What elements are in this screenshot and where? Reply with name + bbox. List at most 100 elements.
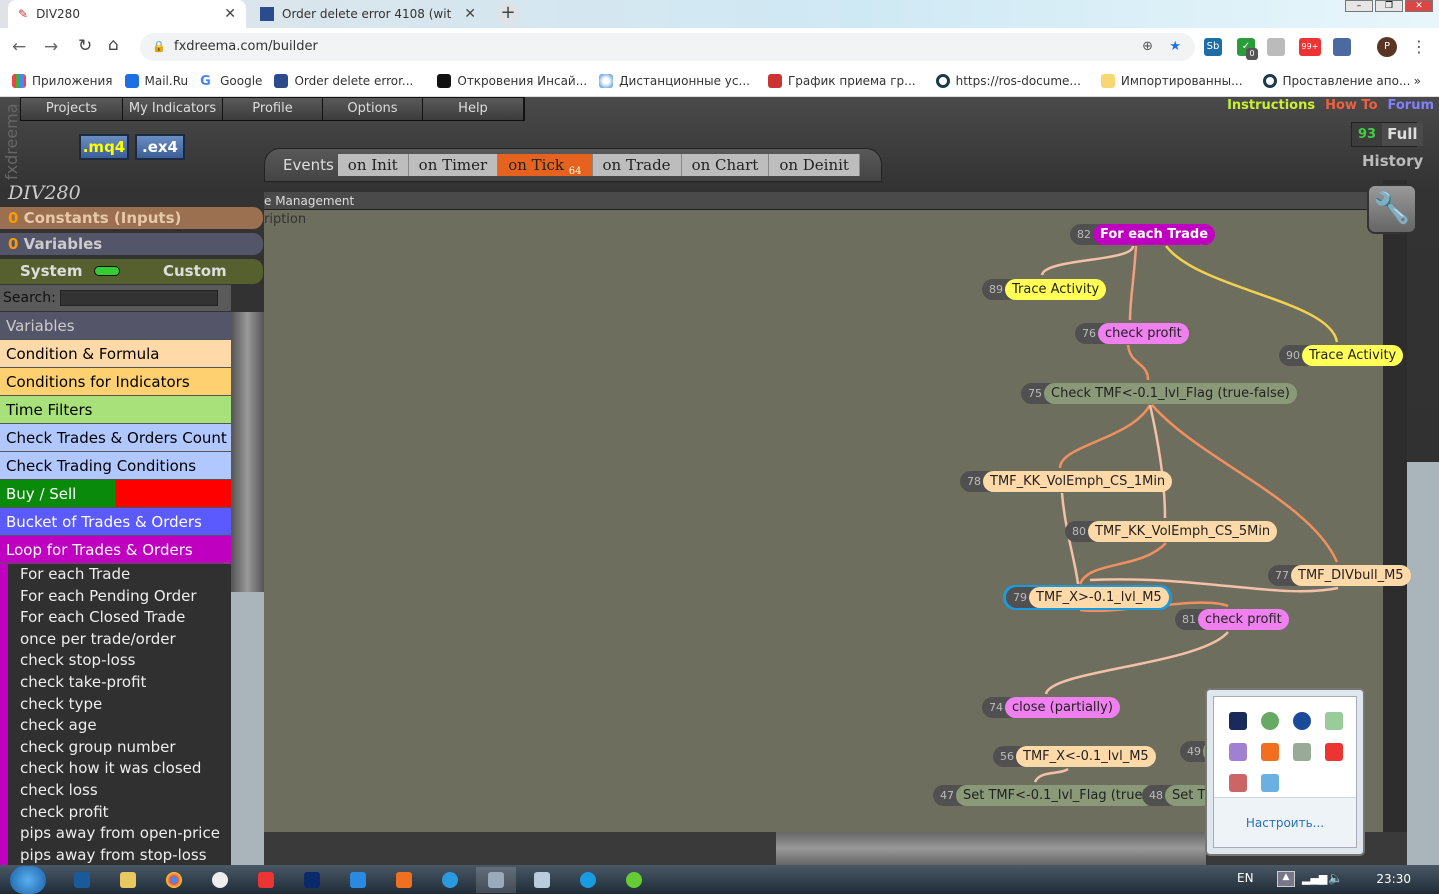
category-indicator-conditions[interactable]: Conditions for Indicators bbox=[0, 368, 231, 396]
printer-tray-icon[interactable] bbox=[1325, 712, 1343, 730]
block-node-56[interactable]: 56 TMF_X<-0.1_lvl_M5 bbox=[993, 746, 1156, 767]
bookmark-insider[interactable]: Откровения Инсай... bbox=[437, 74, 587, 88]
block-node-74[interactable]: 74 close (partially) bbox=[982, 697, 1120, 718]
network-tray-icon[interactable] bbox=[1293, 743, 1311, 761]
taskbar-alien[interactable] bbox=[200, 867, 240, 893]
bookmark-apostille[interactable]: Проставление апо... bbox=[1262, 74, 1410, 88]
tab-on-timer[interactable]: on Timer bbox=[408, 154, 499, 176]
volume-icon[interactable]: 🔈 bbox=[1328, 871, 1343, 885]
extension-mail-icon[interactable]: 99+ bbox=[1299, 38, 1321, 56]
block-node-89[interactable]: 89 Trace Activity bbox=[982, 279, 1107, 300]
maximize-button[interactable]: ❐ bbox=[1375, 0, 1403, 12]
start-button[interactable] bbox=[10, 865, 46, 894]
full-button[interactable]: Full bbox=[1382, 123, 1423, 146]
export-mq4-button[interactable]: .mq4 bbox=[79, 134, 129, 160]
bookmark-apps[interactable]: Приложения bbox=[12, 74, 113, 88]
taskbar-photoshop[interactable] bbox=[292, 867, 332, 893]
category-check-trades-count[interactable]: Check Trades & Orders Count bbox=[0, 424, 231, 452]
category-loop-trades[interactable]: Loop for Trades & Orders bbox=[0, 536, 231, 564]
taskbar-avast[interactable] bbox=[384, 867, 424, 893]
block-item[interactable]: check group number bbox=[8, 737, 231, 759]
category-condition-formula[interactable]: Condition & Formula bbox=[0, 340, 231, 368]
taskbar-window[interactable] bbox=[476, 866, 516, 893]
bookmark-mailru[interactable]: Mail.Ru bbox=[124, 74, 188, 88]
tab-on-deinit[interactable]: on Deinit bbox=[769, 154, 860, 176]
tab-on-tick[interactable]: on Tick 64 bbox=[498, 154, 593, 177]
taskbar-clock[interactable]: 23:30 bbox=[1376, 872, 1411, 886]
reload-icon[interactable]: ↻ bbox=[78, 36, 92, 56]
extension-vpn-icon[interactable] bbox=[1333, 38, 1351, 56]
tab-on-init[interactable]: on Init bbox=[337, 154, 409, 176]
forward-icon[interactable]: → bbox=[44, 37, 58, 57]
category-time-filters[interactable]: Time Filters bbox=[0, 396, 231, 424]
profile-avatar[interactable]: P bbox=[1377, 37, 1397, 57]
bookmark-imported[interactable]: Импортированны... bbox=[1100, 74, 1243, 88]
extension-sb-icon[interactable]: Sb bbox=[1204, 38, 1222, 56]
block-item[interactable]: check take-profit bbox=[8, 672, 231, 694]
bookmark-distance[interactable]: Дистанционные ус... bbox=[599, 74, 750, 88]
taskbar-explorer[interactable] bbox=[108, 867, 148, 893]
block-node-82[interactable]: 82 For each Trade bbox=[1070, 224, 1216, 245]
wrench-settings-icon[interactable]: 🔧 bbox=[1367, 184, 1417, 234]
block-item[interactable]: check type bbox=[8, 694, 231, 716]
taskbar-calculator[interactable] bbox=[522, 867, 562, 893]
forum-link[interactable]: Forum bbox=[1388, 98, 1435, 113]
block-node-76[interactable]: 76 check profit bbox=[1075, 323, 1189, 344]
block-item[interactable]: check loss bbox=[8, 780, 231, 802]
hand-tray-icon[interactable] bbox=[1261, 774, 1279, 792]
address-bar[interactable]: 🔒 fxdreema.com/builder ⊕ ★ bbox=[140, 33, 1195, 61]
browser-tab-div280[interactable]: ✎ DIV280 ✕ bbox=[8, 0, 246, 28]
anydesk-tray-icon[interactable] bbox=[1325, 743, 1343, 761]
bookmark-star-icon[interactable]: ★ bbox=[1169, 33, 1181, 61]
menu-projects[interactable]: Projects bbox=[21, 98, 123, 120]
block-node-79-selected[interactable]: 79 TMF_X>-0.1_lvl_M5 bbox=[1003, 585, 1172, 610]
display-tray-icon[interactable] bbox=[1229, 712, 1247, 730]
block-item[interactable]: check profit bbox=[8, 802, 231, 824]
network-signal-icon[interactable]: ▂▄▆ bbox=[1302, 872, 1327, 885]
category-bucket[interactable]: Bucket of Trades & Orders bbox=[0, 508, 231, 536]
block-item[interactable]: check how it was closed bbox=[8, 758, 231, 780]
browser-tab-order-error[interactable]: Order delete error 4108 (with 2 o ✕ bbox=[250, 0, 486, 28]
bookmark-schedule[interactable]: График приема гр... bbox=[767, 74, 916, 88]
tab-on-chart[interactable]: on Chart bbox=[681, 154, 770, 176]
tab-on-trade[interactable]: on Trade bbox=[592, 154, 682, 176]
zoom-icon[interactable]: ⊕ bbox=[1142, 33, 1153, 61]
sidebar-scrollbar[interactable] bbox=[231, 312, 264, 592]
taskbar-skype[interactable] bbox=[568, 867, 608, 893]
block-node-48[interactable]: 48 Set T bbox=[1142, 785, 1213, 806]
extension-privacy-icon[interactable] bbox=[1267, 38, 1285, 56]
history-full-box[interactable]: 93 Full bbox=[1351, 122, 1423, 147]
search-input[interactable] bbox=[59, 290, 218, 306]
home-icon[interactable]: ⌂ bbox=[108, 35, 119, 55]
menu-help[interactable]: Help bbox=[423, 98, 524, 120]
bookmark-google[interactable]: G Google bbox=[200, 74, 262, 89]
taskbar-app2[interactable] bbox=[338, 867, 378, 893]
taskbar-app[interactable] bbox=[62, 867, 102, 893]
block-node-77[interactable]: 77 TMF_DIVbull_M5 bbox=[1268, 565, 1411, 586]
export-ex4-button[interactable]: .ex4 bbox=[135, 134, 185, 160]
category-buy-sell[interactable]: Buy / Sell bbox=[0, 480, 231, 508]
bluetooth-tray-icon[interactable] bbox=[1293, 712, 1311, 730]
taskbar-chrome[interactable] bbox=[154, 867, 194, 893]
show-hidden-icons-button[interactable]: ▲ bbox=[1277, 871, 1295, 887]
bookmarks-more-button[interactable]: » bbox=[1414, 74, 1421, 88]
block-node-81[interactable]: 81 check profit bbox=[1175, 609, 1289, 630]
block-node-75[interactable]: 75 Check TMF<-0.1_lvl_Flag (true-false) bbox=[1021, 383, 1297, 404]
taskbar-anydesk[interactable] bbox=[246, 867, 286, 893]
taskbar-telegram[interactable] bbox=[430, 867, 470, 893]
category-variables[interactable]: Variables bbox=[0, 312, 231, 340]
menu-options[interactable]: Options bbox=[323, 98, 423, 120]
menu-kebab-icon[interactable]: ⋮ bbox=[1410, 38, 1428, 56]
tray-customize-link[interactable]: Настроить... bbox=[1214, 797, 1356, 847]
pen-tray-icon[interactable] bbox=[1229, 743, 1247, 761]
block-node-90[interactable]: 90 Trace Activity bbox=[1279, 345, 1404, 366]
block-item[interactable]: For each Trade bbox=[8, 564, 231, 586]
how-to-link[interactable]: How To bbox=[1325, 98, 1377, 113]
variables-section[interactable]: 0 Variables bbox=[0, 233, 263, 255]
block-node-80[interactable]: 80 TMF_KK_VolEmph_CS_5Min bbox=[1065, 521, 1278, 542]
horizontal-scroll-thumb[interactable] bbox=[776, 832, 1206, 865]
system-toggle[interactable] bbox=[93, 266, 120, 276]
menu-profile[interactable]: Profile bbox=[223, 98, 323, 120]
close-tab-icon[interactable]: ✕ bbox=[464, 6, 476, 22]
close-window-button[interactable]: ✕ bbox=[1405, 0, 1433, 12]
